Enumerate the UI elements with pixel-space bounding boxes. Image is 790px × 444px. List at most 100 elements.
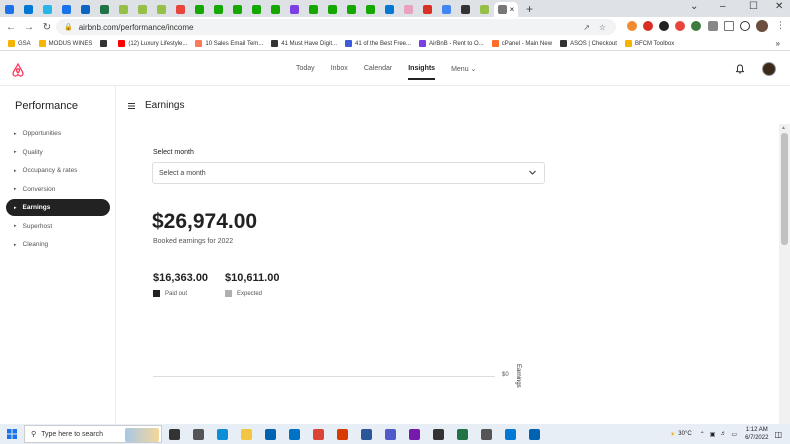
browser-tab[interactable] <box>304 2 323 17</box>
mail-icon[interactable] <box>282 424 306 444</box>
kebab-menu-icon[interactable]: ⋮ <box>776 20 785 31</box>
reload-icon[interactable]: ↻ <box>38 22 56 33</box>
browser-tab[interactable] <box>228 2 247 17</box>
maximize-icon[interactable]: ☐ <box>749 1 758 12</box>
close-window-icon[interactable]: ✕ <box>775 1 783 12</box>
star-icon[interactable]: ☆ <box>599 23 606 32</box>
browser-tab[interactable] <box>247 2 266 17</box>
edge-icon[interactable] <box>210 424 234 444</box>
bookmark-item[interactable]: 41 of the Best Free... <box>344 40 411 47</box>
chrome-icon[interactable] <box>306 424 330 444</box>
extension-icon[interactable] <box>740 21 750 31</box>
new-tab-icon[interactable]: + <box>526 2 533 16</box>
browser-tab[interactable] <box>19 2 38 17</box>
bookmark-item[interactable]: AirBnB - Rent to O... <box>419 40 484 47</box>
host-avatar[interactable] <box>762 62 776 76</box>
sidebar-item-earnings[interactable]: ▸ Earnings <box>6 199 110 216</box>
tray-chevron-icon[interactable]: ⌃ <box>700 431 705 438</box>
extension-icon[interactable] <box>643 21 653 31</box>
forward-icon[interactable]: → <box>20 22 38 33</box>
sidebar-item-cleaning[interactable]: ▸ Cleaning <box>6 236 110 253</box>
task-view-icon[interactable] <box>186 424 210 444</box>
cortana-icon[interactable] <box>162 424 186 444</box>
hamburger-menu-icon[interactable] <box>128 103 135 109</box>
browser-tab[interactable] <box>475 2 494 17</box>
file-explorer-icon[interactable] <box>234 424 258 444</box>
onenote-icon[interactable] <box>402 424 426 444</box>
extension-icon[interactable] <box>627 21 637 31</box>
browser-tab[interactable] <box>323 2 342 17</box>
extension-icon[interactable] <box>675 21 685 31</box>
bookmark-item[interactable]: 10 Sales Email Tem... <box>195 40 263 47</box>
office-icon[interactable] <box>330 424 354 444</box>
browser-tab[interactable] <box>209 2 228 17</box>
store-icon[interactable] <box>258 424 282 444</box>
sidebar-item-opportunities[interactable]: ▸ Opportunities <box>6 125 110 142</box>
bookmark-item[interactable]: cPanel - Main New <box>491 40 552 47</box>
excel-icon[interactable] <box>450 424 474 444</box>
sidebar-item-superhost[interactable]: ▸ Superhost <box>6 218 110 235</box>
scroll-up-icon[interactable]: ▲ <box>781 125 786 131</box>
network-icon[interactable]: ▣ <box>710 431 716 438</box>
minimize-icon[interactable]: – <box>720 1 726 12</box>
system-clock[interactable]: 1:12 AM 6/7/2022 <box>745 426 768 442</box>
back-icon[interactable]: ← <box>2 22 20 33</box>
browser-tab[interactable] <box>285 2 304 17</box>
notification-bell-icon[interactable] <box>735 64 745 74</box>
browser-tab[interactable] <box>190 2 209 17</box>
bookmark-item[interactable]: BFCM Toolbox <box>624 40 674 47</box>
calculator-icon[interactable] <box>474 424 498 444</box>
browser-tab[interactable] <box>76 2 95 17</box>
browser-tab[interactable] <box>456 2 475 17</box>
browser-tab[interactable] <box>266 2 285 17</box>
nav-inbox[interactable]: Inbox <box>331 65 348 80</box>
profile-avatar[interactable] <box>756 20 768 32</box>
nav-calendar[interactable]: Calendar <box>364 65 392 80</box>
bookmark-item[interactable]: GSA <box>8 40 31 47</box>
more-bookmarks-icon[interactable]: » <box>776 39 780 48</box>
browser-tab[interactable] <box>133 2 152 17</box>
month-select[interactable]: Select a month <box>152 162 545 184</box>
sidebar-item-conversion[interactable]: ▸ Conversion <box>6 181 110 198</box>
battery-icon[interactable]: ▭ <box>731 431 737 438</box>
puzzle-icon[interactable] <box>708 21 718 31</box>
notification-center-icon[interactable]: ◫ <box>774 430 782 439</box>
browser-tab[interactable] <box>38 2 57 17</box>
browser-tab[interactable] <box>0 2 19 17</box>
address-bar[interactable]: 🔒 airbnb.com/performance/income ↗ ☆ <box>56 19 616 35</box>
bookmark-item[interactable]: MODUS WINES <box>38 40 92 47</box>
browser-tab[interactable] <box>342 2 361 17</box>
browser-tab[interactable] <box>361 2 380 17</box>
browser-tab[interactable] <box>380 2 399 17</box>
weather-temp[interactable]: 30°C <box>678 431 691 437</box>
weather-icon[interactable]: ☀ <box>670 431 675 438</box>
browser-tab[interactable] <box>57 2 76 17</box>
bookmark-item[interactable] <box>100 40 110 47</box>
nav-insights[interactable]: Insights <box>408 65 436 80</box>
outlook-icon[interactable] <box>498 424 522 444</box>
browser-tab[interactable] <box>171 2 190 17</box>
share-icon[interactable]: ↗ <box>583 23 590 32</box>
close-tab-icon[interactable]: × <box>510 5 515 14</box>
teams-icon[interactable] <box>378 424 402 444</box>
bookmark-item[interactable]: 41 Must Have Digit... <box>271 40 337 47</box>
browser-tab[interactable] <box>95 2 114 17</box>
taskbar-search[interactable]: ⚲ Type here to search <box>24 425 162 443</box>
sidebar-item-quality[interactable]: ▸ Quality <box>6 144 110 161</box>
chevron-down-icon[interactable]: ⌄ <box>690 1 698 12</box>
browser-tab[interactable] <box>114 2 133 17</box>
browser-tab[interactable] <box>399 2 418 17</box>
browser-tab[interactable]: × <box>494 2 518 17</box>
nav-menu[interactable]: Menu ⌄ <box>451 65 476 80</box>
extension-icon[interactable] <box>659 21 669 31</box>
browser-tab[interactable] <box>437 2 456 17</box>
browser-tab[interactable] <box>152 2 171 17</box>
nav-today[interactable]: Today <box>296 65 315 80</box>
sidebar-icon[interactable] <box>724 21 734 31</box>
browser-tab[interactable] <box>418 2 437 17</box>
airbnb-logo-icon[interactable] <box>11 63 25 77</box>
extension-icon[interactable] <box>691 21 701 31</box>
media-icon[interactable] <box>426 424 450 444</box>
scrollbar-thumb[interactable] <box>781 133 788 245</box>
word-icon[interactable] <box>354 424 378 444</box>
